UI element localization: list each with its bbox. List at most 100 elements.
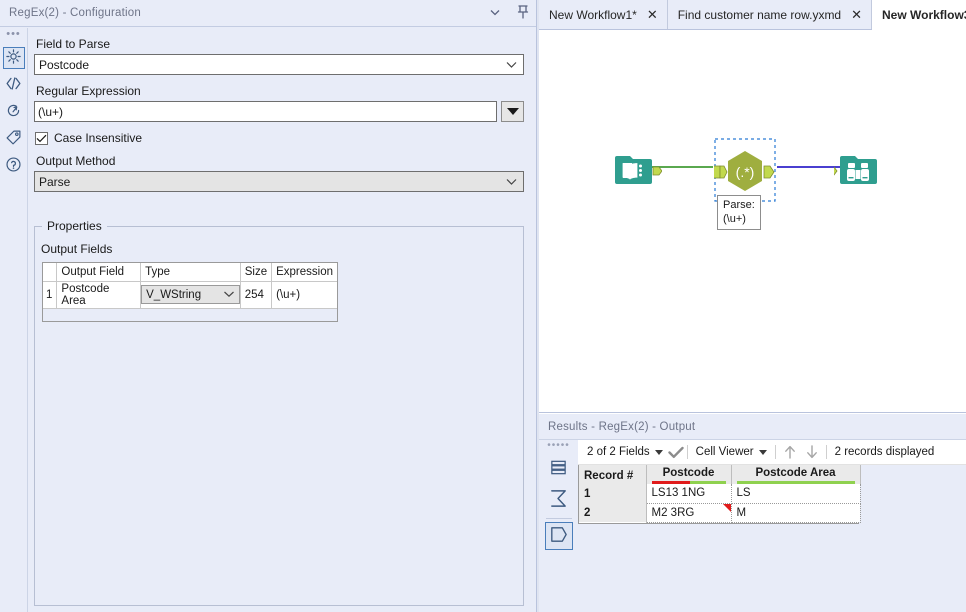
- grid-empty-footer: [43, 307, 337, 321]
- caret-down-icon: [758, 449, 767, 455]
- refresh-icon: [5, 102, 22, 122]
- row-index: 1: [43, 281, 58, 308]
- tag-icon: [5, 129, 22, 149]
- field-to-parse-value: Postcode: [39, 57, 90, 72]
- column-quality-bar-postcode: [651, 481, 726, 484]
- properties-legend: Properties: [43, 219, 106, 233]
- tab-label: Find customer name row.yxmd: [677, 7, 842, 22]
- case-insensitive-checkbox[interactable]: Case Insensitive: [35, 131, 526, 145]
- results-panel: Results - RegEx(2) - Output ••••• 2 of 2…: [539, 414, 966, 612]
- table-row[interactable]: 1 Postcode Area V_WString 254 (\u+): [43, 281, 337, 308]
- sidebar-item-annotation[interactable]: [3, 128, 25, 150]
- sigma-icon: [548, 488, 569, 512]
- alteryx-designer-window: RegEx(2) - Configuration ••• Field to Pa…: [0, 0, 966, 612]
- cell-postcode-value: M2 3RG: [651, 506, 695, 519]
- toolbar-divider: [686, 445, 688, 459]
- cell-record: 2: [579, 503, 647, 522]
- results-rail-drag-dots: •••••: [547, 440, 570, 451]
- panel-title: RegEx(2) - Configuration: [9, 7, 141, 19]
- chevron-down-icon: [505, 58, 518, 72]
- tab-new-workflow3[interactable]: New Workflow3*: [872, 0, 966, 30]
- output-method-select[interactable]: Parse: [34, 171, 524, 192]
- close-icon[interactable]: ✕: [851, 8, 862, 21]
- table-row[interactable]: 1 LS13 1NG LS: [579, 484, 861, 504]
- input-data-tool[interactable]: [614, 150, 663, 195]
- close-icon[interactable]: ✕: [647, 8, 658, 21]
- column-header-postcode-area-label: Postcode Area: [755, 467, 836, 479]
- regular-expression-group: Regular Expression (\u+): [34, 84, 526, 122]
- output-fields-label: Output Fields: [41, 242, 113, 256]
- tab-find-customer-name-row[interactable]: Find customer name row.yxmd ✕: [667, 0, 873, 29]
- regular-expression-label: Regular Expression: [36, 84, 141, 98]
- code-icon: [5, 75, 22, 95]
- help-icon: [5, 156, 22, 176]
- pin-icon[interactable]: [516, 4, 530, 23]
- arrow-up-icon[interactable]: [779, 444, 801, 460]
- fields-label: 2 of 2 Fields: [587, 446, 650, 458]
- toolbar-divider: [825, 445, 827, 459]
- chevron-down-icon[interactable]: [488, 5, 502, 22]
- sidebar-item-help[interactable]: [3, 155, 25, 177]
- output-fields-header-row: Output Field Type Size Expression: [43, 263, 337, 282]
- results-body: ••••• 2 of 2 Fields Cell Viewer 2 record…: [539, 440, 966, 612]
- sidebar-item-configuration[interactable]: [2, 47, 25, 69]
- results-item-cell-viewer[interactable]: [544, 522, 573, 550]
- case-insensitive-label: Case Insensitive: [54, 131, 143, 145]
- column-header-postcode[interactable]: Postcode: [646, 465, 732, 484]
- checkmark-icon[interactable]: [667, 446, 684, 459]
- column-header-index: [43, 263, 58, 282]
- column-header-postcode-area[interactable]: Postcode Area: [731, 465, 861, 484]
- cell-postcode-area[interactable]: LS: [731, 484, 861, 504]
- column-quality-bar-postcode-area: [736, 481, 855, 484]
- cell-postcode[interactable]: M2 3RG: [646, 503, 732, 523]
- viewer-selector[interactable]: Cell Viewer: [691, 446, 772, 458]
- table-row[interactable]: 2 M2 3RG M: [579, 503, 861, 523]
- output-method-label: Output Method: [36, 154, 116, 168]
- column-header-expression: Expression: [271, 263, 337, 282]
- rail-drag-dots: •••: [6, 28, 21, 40]
- tab-label: New Workflow3*: [882, 7, 966, 22]
- sidebar-item-xml-view[interactable]: [3, 74, 25, 96]
- row-size[interactable]: 254: [240, 281, 273, 308]
- cell-warning-marker-icon: [722, 503, 731, 512]
- regular-expression-dropdown-button[interactable]: [501, 101, 524, 122]
- results-toolbar: 2 of 2 Fields Cell Viewer 2 records disp…: [578, 440, 966, 465]
- regular-expression-input[interactable]: (\u+): [34, 101, 497, 122]
- output-fields-grid: Output Field Type Size Expression 1 Post…: [42, 262, 338, 322]
- configuration-body: Field to Parse Postcode Regular Expressi…: [28, 28, 536, 612]
- row-output-field[interactable]: Postcode Area: [56, 281, 142, 308]
- column-header-output-field: Output Field: [56, 263, 142, 282]
- configuration-icon-rail: •••: [0, 28, 28, 612]
- chevron-down-icon: [505, 175, 518, 189]
- cell-record: 1: [579, 484, 647, 503]
- svg-text:(.*): (.*): [736, 164, 755, 180]
- results-item-summary[interactable]: [545, 486, 573, 514]
- tab-new-workflow1[interactable]: New Workflow1* ✕: [539, 0, 668, 29]
- fields-selector[interactable]: 2 of 2 Fields: [582, 446, 668, 458]
- records-icon: [549, 458, 568, 480]
- sidebar-item-runtime[interactable]: [3, 101, 25, 123]
- column-header-record[interactable]: Record #: [579, 465, 647, 484]
- triangle-down-icon: [506, 108, 519, 115]
- workflow-canvas[interactable]: (.*) Parse: (\u+): [539, 30, 966, 413]
- cell-postcode-area[interactable]: M: [731, 503, 861, 523]
- output-method-value: Parse: [39, 174, 71, 189]
- field-to-parse-select[interactable]: Postcode: [34, 54, 524, 75]
- cell-postcode[interactable]: LS13 1NG: [646, 484, 732, 504]
- regular-expression-value: (\u+): [38, 104, 64, 119]
- results-rail-divider: [545, 518, 572, 519]
- row-expression[interactable]: (\u+): [271, 281, 337, 308]
- arrow-down-icon[interactable]: [801, 444, 823, 460]
- configuration-titlebar: RegEx(2) - Configuration: [0, 0, 536, 27]
- column-header-size: Size: [240, 263, 273, 282]
- browse-tool[interactable]: [827, 150, 886, 195]
- tab-label: New Workflow1*: [549, 7, 637, 22]
- chevron-down-icon: [223, 289, 235, 301]
- field-to-parse-group: Field to Parse Postcode: [34, 37, 526, 75]
- results-item-records[interactable]: [545, 455, 573, 483]
- caret-down-icon: [654, 449, 663, 455]
- row-type-select[interactable]: V_WString: [141, 285, 240, 304]
- results-grid: Record # Postcode Postcode Area 1 LS13 1…: [578, 465, 861, 524]
- output-method-group: Output Method Parse: [34, 154, 526, 192]
- results-header-row: Record # Postcode Postcode Area: [579, 465, 861, 484]
